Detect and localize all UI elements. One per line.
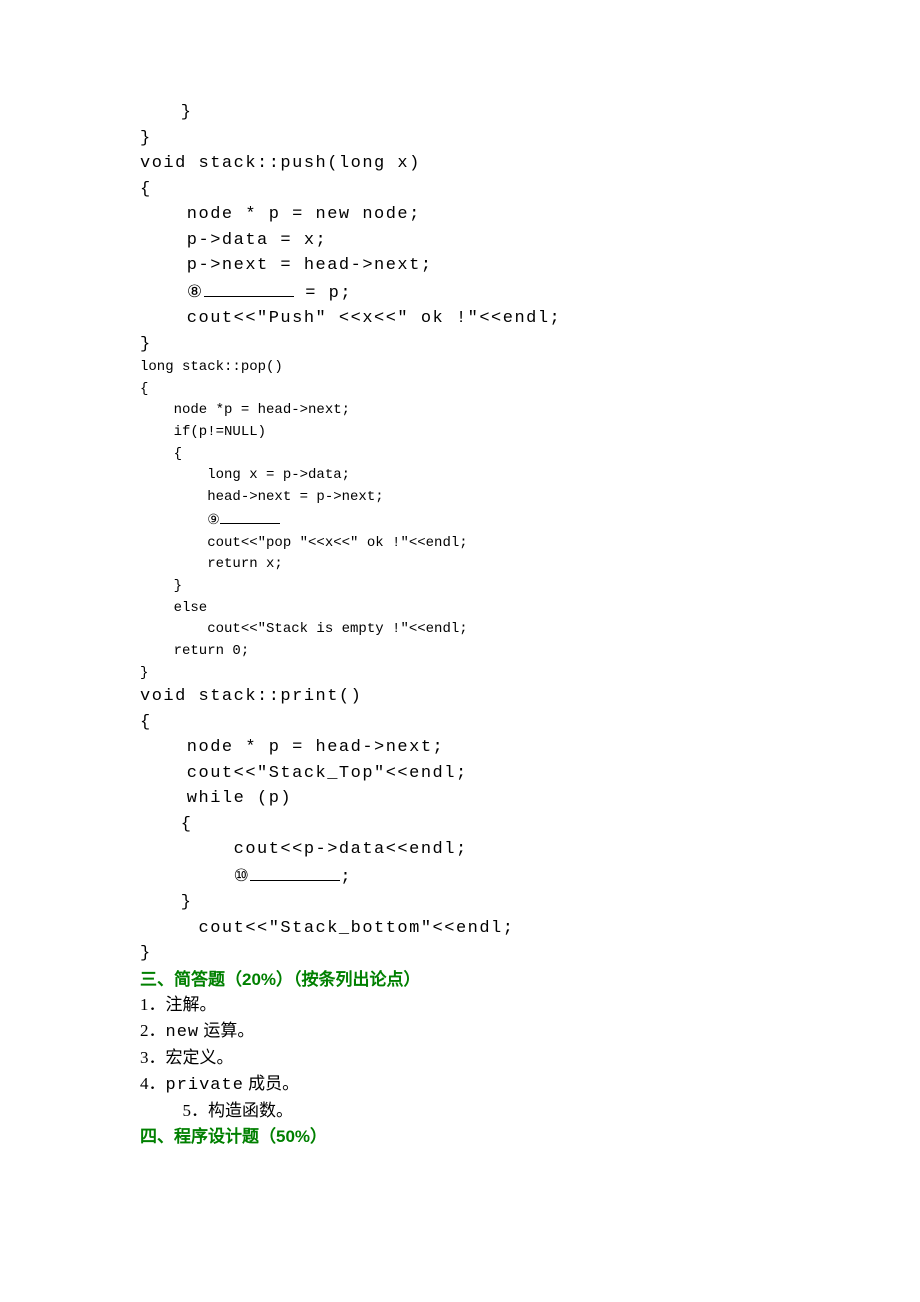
section-4-percent: 50% [276, 1127, 310, 1146]
code-line-blank-10: ⑩; [140, 863, 780, 891]
qa-item-2: 2．new 运算。 [140, 1018, 780, 1046]
code-line: cout<<"pop "<<x<<" ok !"<<endl; [140, 533, 780, 555]
code-line: while (p) [140, 786, 780, 812]
code-text: = p; [294, 284, 353, 303]
code-line: cout<<p->data<<endl; [140, 837, 780, 863]
circled-9-icon: ⑨ [207, 511, 220, 527]
code-line: } [140, 100, 780, 126]
code-line: void stack::print() [140, 684, 780, 710]
code-line: void stack::push(long x) [140, 151, 780, 177]
fill-blank-8[interactable] [204, 280, 294, 296]
section-3-percent: 20% [242, 970, 276, 989]
qa-item-3: 3．宏定义。 [140, 1045, 780, 1071]
code-line: p->next = head->next; [140, 253, 780, 279]
circled-8-icon: ⑧ [187, 282, 204, 301]
code-line: } [140, 332, 780, 358]
code-line: { [140, 710, 780, 736]
section-4-heading: 四、程序设计题（50%） [140, 1124, 780, 1150]
section-4-title-b: ） [310, 1127, 327, 1146]
code-text: ; [340, 868, 352, 887]
code-line: node * p = new node; [140, 202, 780, 228]
code-line: if(p!=NULL) [140, 422, 780, 444]
section-4-title-a: 四、程序设计题（ [140, 1127, 276, 1146]
qa-item-2-num: 2． [140, 1021, 166, 1040]
code-line: } [140, 663, 780, 685]
qa-item-4-num: 4． [140, 1074, 166, 1093]
qa-item-2-tail: 运算。 [199, 1021, 254, 1040]
code-line: node * p = head->next; [140, 735, 780, 761]
code-line: head->next = p->next; [140, 487, 780, 509]
qa-item-2-kw: new [166, 1023, 200, 1042]
code-line: return x; [140, 554, 780, 576]
code-line: cout<<"Push" <<x<<" ok !"<<endl; [140, 306, 780, 332]
code-line: } [140, 576, 780, 598]
fill-blank-9[interactable] [220, 511, 280, 524]
qa-item-4: 4．private 成员。 [140, 1071, 780, 1099]
qa-item-4-tail: 成员。 [244, 1074, 299, 1093]
code-line: cout<<"Stack_bottom"<<endl; [140, 916, 780, 942]
code-line: cout<<"Stack is empty !"<<endl; [140, 619, 780, 641]
code-line: return 0; [140, 641, 780, 663]
section-3-title-b: ）（按条列出论点） [276, 970, 421, 989]
code-line: { [140, 444, 780, 466]
code-line: long stack::pop() [140, 357, 780, 379]
qa-item-4-kw: private [166, 1076, 244, 1095]
code-line: long x = p->data; [140, 465, 780, 487]
code-line: } [140, 890, 780, 916]
code-line: node *p = head->next; [140, 400, 780, 422]
code-line: { [140, 177, 780, 203]
indent [140, 513, 207, 529]
code-line: } [140, 941, 780, 967]
indent [140, 868, 234, 887]
code-line-blank-8: ⑧ = p; [140, 279, 780, 307]
code-line: else [140, 598, 780, 620]
code-line: } [140, 126, 780, 152]
qa-item-5: 5．构造函数。 [140, 1098, 780, 1124]
circled-10-icon: ⑩ [234, 866, 251, 885]
indent [140, 284, 187, 303]
qa-item-1: 1．注解。 [140, 992, 780, 1018]
fill-blank-10[interactable] [250, 865, 340, 881]
code-line: cout<<"Stack_Top"<<endl; [140, 761, 780, 787]
section-3-heading: 三、简答题（20%）（按条列出论点） [140, 967, 780, 993]
code-line-blank-9: ⑨ [140, 509, 780, 533]
code-line: p->data = x; [140, 228, 780, 254]
code-line: { [140, 812, 780, 838]
section-3-title-a: 三、简答题（ [140, 970, 242, 989]
code-line: { [140, 379, 780, 401]
